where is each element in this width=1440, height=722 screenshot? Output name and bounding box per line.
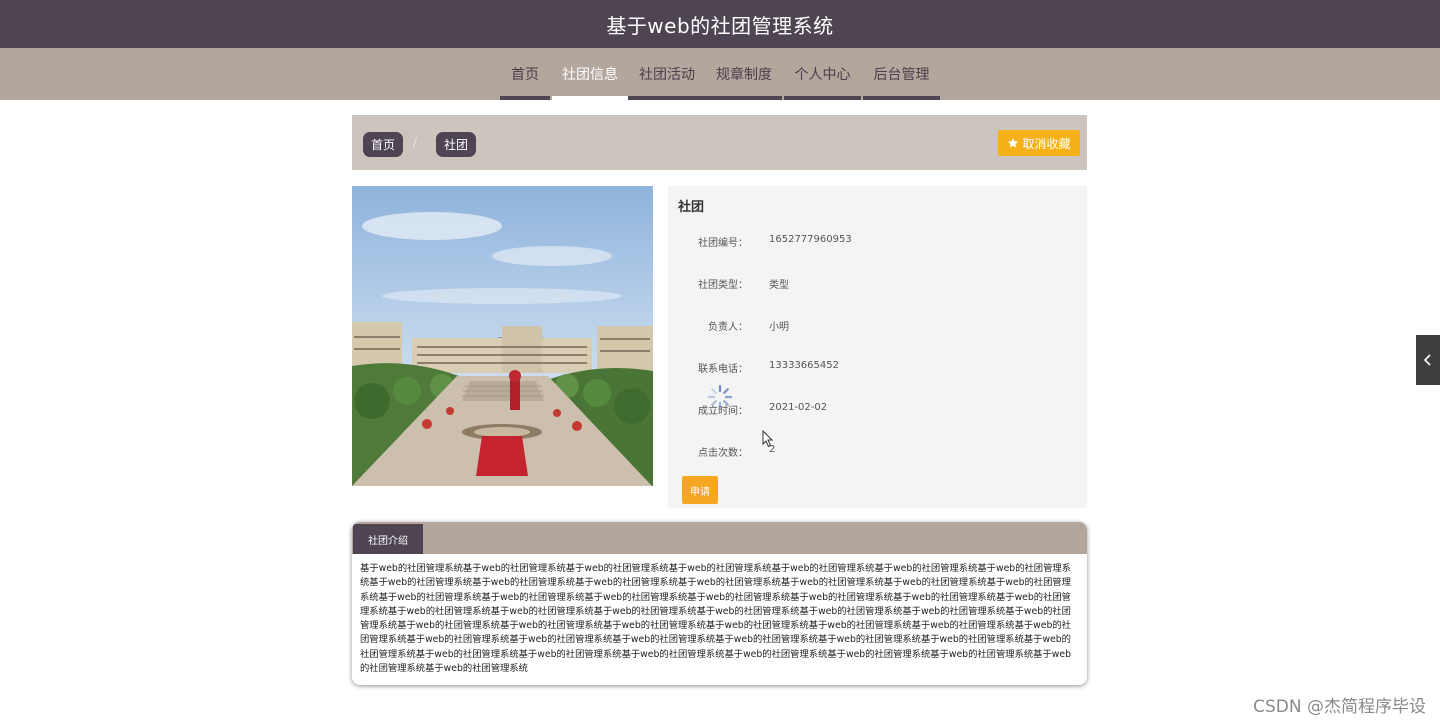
top-header: 基于web的社团管理系统 <box>0 0 1440 48</box>
nav-item-label: 规章制度 <box>716 67 772 83</box>
club-photo <box>352 186 653 486</box>
main-nav: 首页 社团信息 社团活动 规章制度 个人中心 后台管理 <box>0 48 1440 100</box>
nav-item-rules[interactable]: 规章制度 <box>706 48 782 100</box>
info-label: 社团类型： <box>698 280 748 291</box>
nav-item-label: 社团活动 <box>639 67 695 83</box>
mouse-cursor-icon <box>762 430 774 448</box>
breadcrumb-current[interactable]: 社团 <box>436 132 477 157</box>
chevron-left-icon <box>1423 354 1431 366</box>
info-row-club-type: 社团类型： 类型 <box>668 276 1087 292</box>
nav-item-club-info[interactable]: 社团信息 <box>552 48 628 100</box>
info-row-phone: 联系电话： 13333665452 <box>668 360 1087 376</box>
nav-item-label: 个人中心 <box>794 67 851 83</box>
club-title: 社团 <box>678 200 705 215</box>
nav-items: 首页 社团信息 社团活动 规章制度 个人中心 后台管理 <box>500 48 940 100</box>
info-value: 类型 <box>769 280 789 291</box>
info-row-leader: 负责人： 小明 <box>668 318 1087 334</box>
info-row-clicks: 点击次数： 2 <box>668 444 1087 460</box>
info-label: 负责人： <box>708 322 748 333</box>
side-panel-toggle[interactable] <box>1416 335 1440 385</box>
unfavorite-label: 取消收藏 <box>1022 136 1071 151</box>
club-intro-card: 社团介绍 基于web的社团管理系统基于web的社团管理系统基于web的社团管理系… <box>352 522 1087 685</box>
club-intro-text: 基于web的社团管理系统基于web的社团管理系统基于web的社团管理系统基于we… <box>360 563 1071 675</box>
info-value: 1652777960953 <box>769 234 852 245</box>
watermark: CSDN @杰简程序毕设 <box>1253 697 1426 717</box>
info-row-club-id: 社团编号： 1652777960953 <box>668 234 1087 250</box>
info-label: 联系电话： <box>698 364 748 375</box>
breadcrumb-home[interactable]: 首页 <box>363 132 404 157</box>
nav-item-personal-center[interactable]: 个人中心 <box>784 48 861 100</box>
loading-spinner-icon <box>707 384 733 410</box>
star-icon <box>1008 138 1019 148</box>
site-title: 基于web的社团管理系统 <box>606 13 834 38</box>
apply-button[interactable]: 申请 <box>682 476 718 504</box>
intro-tab-bar: 社团介绍 <box>352 522 1087 554</box>
tab-club-intro[interactable]: 社团介绍 <box>353 524 423 554</box>
nav-item-label: 后台管理 <box>873 67 930 83</box>
unfavorite-button[interactable]: 取消收藏 <box>998 130 1080 156</box>
nav-item-home[interactable]: 首页 <box>500 48 550 100</box>
nav-item-label: 社团信息 <box>562 67 618 83</box>
club-info-panel: 社团 社团编号： 1652777960953 社团类型： 类型 负责人： 小明 … <box>668 186 1087 508</box>
info-value: 13333665452 <box>769 360 839 371</box>
nav-item-label: 首页 <box>511 67 539 83</box>
info-value: 2021-02-02 <box>769 402 828 413</box>
nav-item-club-activities[interactable]: 社团活动 <box>628 48 706 100</box>
info-label: 社团编号： <box>698 238 748 249</box>
info-value: 小明 <box>769 322 789 333</box>
nav-item-admin[interactable]: 后台管理 <box>863 48 940 100</box>
breadcrumb-separator: / <box>413 135 418 149</box>
info-label: 点击次数： <box>698 448 748 459</box>
breadcrumb: 首页 / 社团 <box>352 115 1087 170</box>
